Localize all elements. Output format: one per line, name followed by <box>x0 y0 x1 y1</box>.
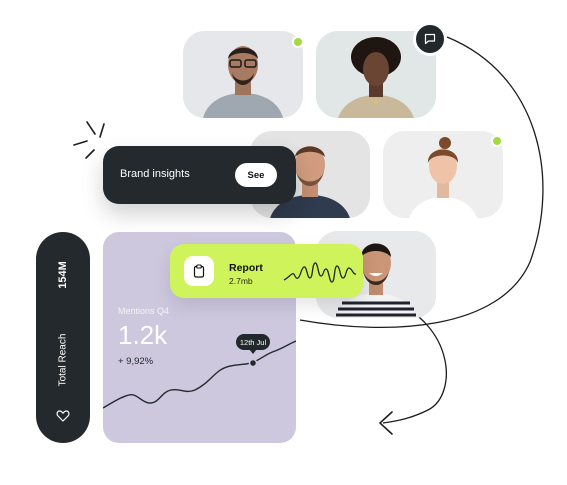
date-tooltip: 12th Jul <box>236 334 270 350</box>
sparkle-decoration <box>73 121 105 159</box>
brand-insights-card: Brand insights See <box>103 146 296 204</box>
report-card[interactable]: Report 2.7mb <box>170 244 363 298</box>
report-size: 2.7mb <box>229 276 253 286</box>
see-button[interactable]: See <box>235 163 277 187</box>
brand-insights-label: Brand insights <box>120 168 190 180</box>
avatar-person-woman-bun[interactable] <box>383 131 503 218</box>
report-sparkline <box>283 262 357 283</box>
total-reach-value: 154M <box>57 261 69 289</box>
tooltip-arrow <box>249 349 257 354</box>
chat-bubble-icon <box>424 33 436 45</box>
person-photo <box>383 131 503 218</box>
chat-button[interactable] <box>413 22 447 56</box>
avatar-person-glasses[interactable] <box>183 31 303 118</box>
clipboard-icon <box>193 264 205 278</box>
online-indicator <box>491 135 503 147</box>
total-reach-label: Total Reach <box>57 333 69 387</box>
trend-marker[interactable] <box>248 358 258 368</box>
online-indicator <box>292 36 304 48</box>
report-title: Report <box>229 262 263 274</box>
heart-icon <box>56 410 70 422</box>
person-photo <box>183 31 303 118</box>
report-icon-box <box>184 256 214 286</box>
total-reach-card: 154M Total Reach <box>36 232 90 443</box>
